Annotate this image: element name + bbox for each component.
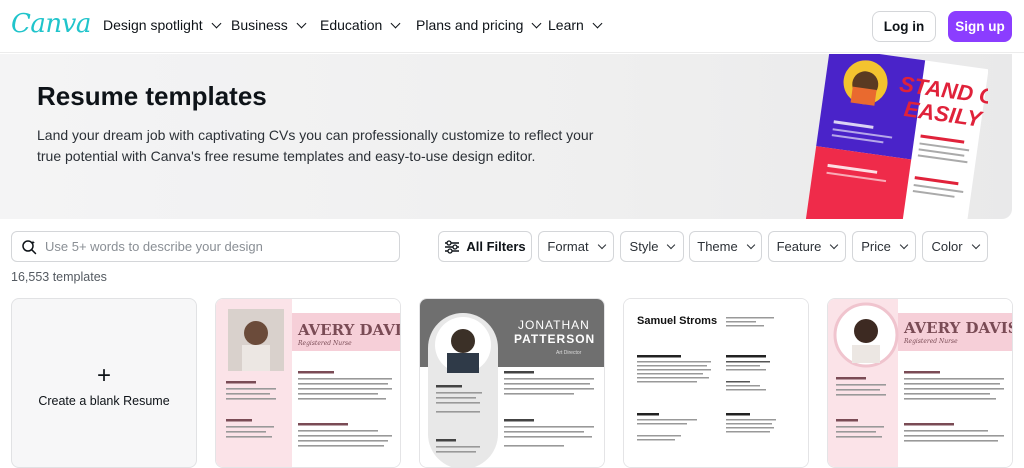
all-filters-button[interactable]: All Filters	[438, 231, 532, 262]
filter-sliders-icon	[445, 239, 460, 254]
nav-education[interactable]: Education	[320, 17, 401, 33]
template-card-avery-davis[interactable]: AVERY DAVIS Registered Nurse	[215, 298, 401, 468]
hero-description: Land your dream job with captivating CVs…	[37, 127, 594, 164]
template-name: AVERY DAVIS	[297, 321, 401, 339]
template-subtitle: Art Director	[556, 350, 582, 356]
nav-plans-and-pricing[interactable]: Plans and pricing	[416, 17, 542, 33]
template-name-line1: JONATHAN	[518, 318, 590, 332]
top-navigation: Canva Design spotlight Business Educatio…	[0, 0, 1024, 53]
filter-label: Color	[931, 239, 963, 254]
template-name-line2: PATTERSON	[514, 332, 595, 346]
template-subtitle: Registered Nurse	[297, 340, 352, 347]
nav-learn[interactable]: Learn	[548, 17, 603, 33]
nav-label: Learn	[548, 17, 584, 33]
chevron-down-icon	[971, 240, 980, 249]
filter-theme[interactable]: Theme	[689, 231, 762, 262]
filter-color[interactable]: Color	[922, 231, 988, 262]
nav-label: Plans and pricing	[416, 17, 524, 33]
template-preview: AVERY DAVIS Registered Nurse	[828, 299, 1013, 467]
search-icon	[22, 239, 37, 254]
search-input[interactable]	[45, 239, 385, 254]
chevron-down-icon	[746, 240, 755, 249]
template-name: Samuel Stroms	[637, 315, 717, 327]
nav-label: Business	[231, 17, 288, 33]
filter-feature[interactable]: Feature	[768, 231, 846, 262]
nav-label: Design spotlight	[103, 17, 203, 33]
chevron-down-icon	[531, 18, 542, 28]
nav-business[interactable]: Business	[231, 17, 307, 33]
template-card-avery-davis-alt[interactable]: AVERY DAVIS Registered Nurse	[827, 298, 1013, 468]
template-subtitle: Registered Nurse	[903, 338, 958, 345]
chevron-down-icon	[899, 240, 909, 249]
nav-design-spotlight[interactable]: Design spotlight	[103, 17, 222, 33]
create-blank-resume-card[interactable]: + Create a blank Resume	[11, 298, 197, 468]
filter-label: Theme	[697, 239, 738, 254]
filter-label: Style	[629, 239, 659, 254]
chevron-down-icon	[390, 18, 401, 28]
chevron-down-icon	[296, 18, 307, 28]
template-preview: JONATHAN PATTERSON Art Director	[420, 299, 604, 467]
search-bar[interactable]	[11, 231, 400, 262]
chevron-down-icon	[211, 18, 222, 28]
filter-style[interactable]: Style	[620, 231, 684, 262]
template-card-samuel-stroms[interactable]: Samuel Stroms	[623, 298, 809, 468]
filter-label: Format	[547, 239, 589, 254]
login-button[interactable]: Log in	[872, 11, 936, 42]
template-preview: AVERY DAVIS Registered Nurse	[216, 299, 401, 467]
hero-banner: Resume templates Land your dream job wit…	[0, 54, 1012, 219]
chevron-down-icon	[667, 240, 676, 249]
resume-illustration: STAND OUT EASILY	[805, 54, 988, 219]
template-name: AVERY DAVIS	[903, 319, 1013, 337]
filter-price[interactable]: Price	[852, 231, 916, 262]
template-count: 16,553 templates	[11, 270, 107, 284]
nav-label: Education	[320, 17, 383, 33]
create-blank-label: Create a blank Resume	[38, 394, 170, 408]
template-preview: Samuel Stroms	[624, 299, 808, 467]
chevron-down-icon	[830, 240, 839, 249]
page-title: Resume templates	[37, 81, 267, 111]
all-filters-label: All Filters	[466, 239, 526, 254]
canva-logo[interactable]: Canva	[11, 9, 91, 39]
template-card-jonathan-patterson[interactable]: JONATHAN PATTERSON Art Director	[419, 298, 605, 468]
chevron-down-icon	[592, 18, 603, 28]
filter-label: Price	[861, 239, 891, 254]
plus-icon: +	[96, 362, 111, 389]
filter-label: Feature	[776, 239, 822, 254]
filter-format[interactable]: Format	[538, 231, 614, 262]
chevron-down-icon	[597, 240, 606, 249]
signup-button[interactable]: Sign up	[948, 11, 1012, 42]
